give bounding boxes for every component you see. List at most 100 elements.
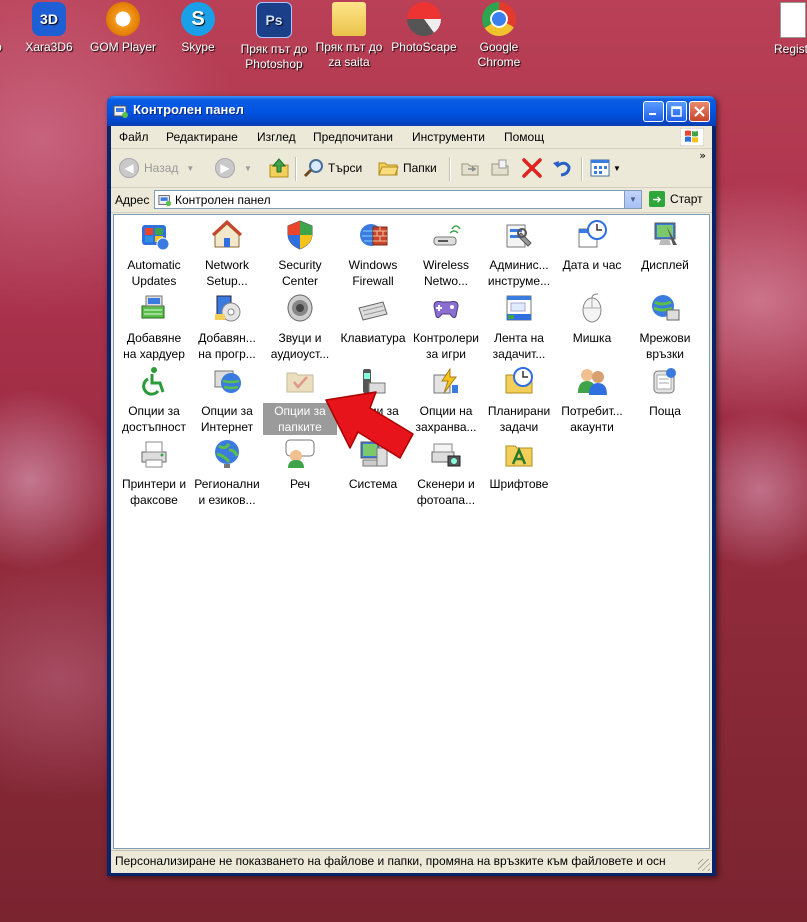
- control-panel-item[interactable]: Опции на захранва...: [409, 365, 483, 435]
- item-label: Регионални и езиков...: [194, 477, 260, 507]
- control-panel-item[interactable]: Windows Firewall: [336, 219, 410, 289]
- window-title: Контролен панел: [133, 102, 244, 117]
- hardware-icon: [141, 295, 165, 319]
- undo-button[interactable]: [551, 156, 573, 180]
- menu-help[interactable]: Помощ: [504, 130, 544, 144]
- forward-arrow-icon: ▶: [215, 158, 235, 178]
- desktop-icon-registr[interactable]: Registr: [754, 0, 807, 57]
- go-button[interactable]: ➜ Старт: [649, 191, 703, 207]
- control-panel-item[interactable]: Опции за Интернет: [190, 365, 264, 435]
- desktop-icon-xara3d[interactable]: 3D Xara3D6: [10, 0, 88, 55]
- back-button[interactable]: ◀ Назад ▼: [119, 156, 194, 180]
- control-panel-item[interactable]: Добавян... на прогр...: [190, 292, 264, 362]
- control-panel-item[interactable]: Мишка: [555, 292, 629, 346]
- back-label: Назад: [144, 161, 179, 175]
- control-panel-item[interactable]: Принтери и факсове: [117, 438, 191, 508]
- control-panel-item[interactable]: Мрежови връзки: [628, 292, 702, 362]
- control-panel-item[interactable]: Поща: [628, 365, 702, 419]
- control-panel-item[interactable]: Контролери за игри: [409, 292, 483, 362]
- admin-tools-icon: [506, 224, 532, 248]
- control-panel-item[interactable]: Лента на задачит...: [482, 292, 556, 362]
- menu-view[interactable]: Изглед: [257, 130, 296, 144]
- address-dropdown-button[interactable]: ▼: [624, 191, 641, 208]
- control-panel-item[interactable]: Планирани задачи: [482, 365, 556, 435]
- title-bar[interactable]: Контролен панел: [107, 96, 716, 126]
- control-panel-item[interactable]: Дата и час: [555, 219, 629, 273]
- control-panel-item[interactable]: Security Center: [263, 219, 337, 289]
- control-panel-item[interactable]: Опции за достъпност: [117, 365, 191, 435]
- up-folder-icon: [269, 158, 289, 178]
- item-label: Лента на задачит...: [492, 331, 546, 361]
- folder-icon: [332, 2, 366, 36]
- address-input[interactable]: Контролен панел ▼: [154, 190, 642, 209]
- control-panel-item[interactable]: Network Setup...: [190, 219, 264, 289]
- item-label: Windows Firewall: [348, 258, 398, 288]
- folders-button[interactable]: Папки: [377, 156, 437, 180]
- desktop-icon-folder[interactable]: Пряк път до za saita: [309, 0, 389, 70]
- control-panel-item[interactable]: Скенери и фотоапа...: [409, 438, 483, 508]
- photoscape-icon: [407, 2, 441, 36]
- desktop-icon-photoshop[interactable]: Ps Пряк път до Photoshop: [234, 0, 314, 72]
- close-button[interactable]: [689, 101, 710, 122]
- item-label: Поща: [649, 404, 681, 418]
- item-label: Добавяне на хардуер: [123, 331, 185, 361]
- control-panel-item[interactable]: Звуци и аудиоуст...: [263, 292, 337, 362]
- up-folder-button[interactable]: [268, 156, 290, 180]
- printer-icon: [141, 441, 167, 468]
- window-body: Файл Редактиране Изглед Предпочитани Инс…: [111, 126, 712, 873]
- desktop-icon-chrome[interactable]: Google Chrome: [460, 0, 538, 70]
- status-bar: Персонализиране не показването на файлов…: [111, 850, 712, 873]
- desktop-icon-skype[interactable]: S Skype: [159, 0, 237, 55]
- control-panel-item[interactable]: Шрифтове: [482, 438, 556, 492]
- menu-favorites[interactable]: Предпочитани: [313, 130, 393, 144]
- speaker-icon: [287, 294, 313, 322]
- folder-options-icon: [286, 372, 314, 393]
- desktop-icon-label: Registr: [773, 42, 807, 56]
- control-panel-item[interactable]: Добавяне на хардуер: [117, 292, 191, 362]
- copy-to-button[interactable]: [489, 156, 511, 180]
- move-to-icon: [461, 163, 479, 176]
- display-icon: [654, 222, 677, 245]
- chevron-down-icon: ▼: [613, 163, 621, 173]
- menu-edit[interactable]: Редактиране: [166, 130, 238, 144]
- item-label: Добавян... на прогр...: [198, 331, 256, 361]
- control-panel-item[interactable]: Дисплей: [628, 219, 702, 273]
- network-setup-icon: [211, 219, 243, 248]
- desktop-icon-photoscape[interactable]: PhotoScape: [385, 0, 463, 55]
- control-panel-item[interactable]: Automatic Updates: [117, 219, 191, 289]
- delete-button[interactable]: [521, 156, 543, 180]
- control-panel-item[interactable]: Админис... инструме...: [482, 219, 556, 289]
- user-accounts-icon: [578, 369, 607, 395]
- item-label: Network Setup...: [204, 258, 249, 288]
- resize-grip[interactable]: [698, 859, 710, 871]
- menu-tools[interactable]: Инструменти: [412, 130, 485, 144]
- desktop-icon-label: GOM Player: [89, 40, 156, 54]
- forward-button[interactable]: ▶ ▼: [215, 156, 252, 180]
- add-programs-icon: [215, 295, 241, 322]
- control-panel-item[interactable]: Регионални и езиков...: [190, 438, 264, 508]
- desktop-icon-gom-player[interactable]: GOM Player: [84, 0, 162, 55]
- address-label: Адрес: [115, 193, 150, 207]
- xara3d-icon: 3D: [32, 2, 66, 36]
- menu-file[interactable]: Файл: [119, 130, 149, 144]
- views-button[interactable]: ▼: [589, 156, 621, 180]
- desktop-icon-label: Skype: [181, 40, 215, 54]
- control-panel-window: Контролен панел Файл Редактиране Изглед …: [107, 96, 716, 876]
- control-panel-item[interactable]: Потребит... акаунти: [555, 365, 629, 435]
- mail-icon: [653, 368, 676, 394]
- firewall-icon: [360, 224, 388, 246]
- control-panel-item[interactable]: Wireless Netwo...: [409, 219, 483, 289]
- document-icon: [780, 2, 806, 38]
- search-button[interactable]: Търси: [303, 156, 362, 180]
- toolbar-overflow-icon[interactable]: »: [699, 149, 706, 162]
- item-label: Звуци и аудиоуст...: [270, 331, 330, 361]
- toolbar-separator: [295, 157, 297, 181]
- move-to-button[interactable]: [459, 156, 481, 180]
- minimize-button[interactable]: [643, 101, 664, 122]
- control-panel-item[interactable]: Клавиатура: [336, 292, 410, 346]
- desktop-icon-label: Xara3D6: [25, 40, 73, 54]
- item-label: Дисплей: [641, 258, 689, 272]
- item-label: Контролери за игри: [413, 331, 479, 361]
- item-label: Принтери и факсове: [121, 477, 187, 507]
- maximize-button[interactable]: [666, 101, 687, 122]
